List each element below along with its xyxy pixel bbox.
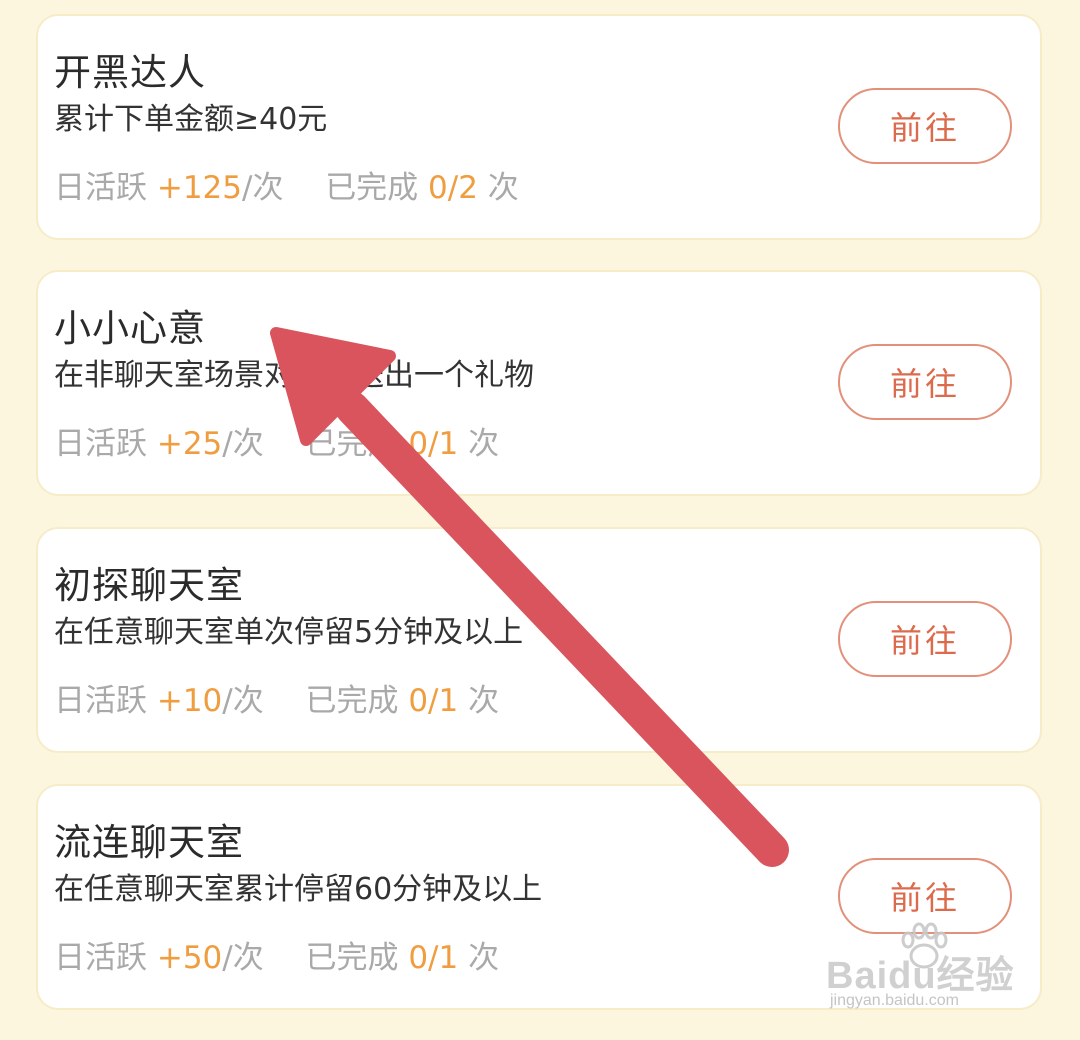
done-label: 已完成 <box>325 170 419 206</box>
activity-label: 日活跃 <box>54 426 147 462</box>
progress-count: 0/1 <box>408 940 459 976</box>
per-unit: /次 <box>222 426 264 462</box>
task-description: 在任意聊天室单次停留5分钟及以上 <box>54 615 524 650</box>
activity-label: 日活跃 <box>54 940 147 976</box>
times-unit: 次 <box>468 683 500 719</box>
progress-count: 0/1 <box>408 426 459 462</box>
task-meta: 日活跃 +25/次 已完成 0/1 次 <box>54 418 499 463</box>
task-description: 在任意聊天室累计停留60分钟及以上 <box>54 872 543 907</box>
per-unit: /次 <box>222 940 264 976</box>
watermark-logo: Baidu经验 <box>826 955 1015 997</box>
go-button[interactable]: 前往 <box>838 344 1012 420</box>
watermark-url: jingyan.baidu.com <box>830 992 959 1009</box>
times-unit: 次 <box>487 170 519 206</box>
task-title: 开黑达人 <box>54 51 206 94</box>
activity-reward: +50 <box>156 940 223 976</box>
task-meta: 日活跃 +50/次 已完成 0/1 次 <box>54 932 499 977</box>
watermark: Baidu经验 jingyan.baidu.com <box>826 922 1046 1022</box>
activity-reward: +25 <box>156 426 223 462</box>
task-card: 初探聊天室 在任意聊天室单次停留5分钟及以上 日活跃 +10/次 已完成 0/1… <box>36 527 1042 753</box>
go-button[interactable]: 前往 <box>838 601 1012 677</box>
progress-count: 0/2 <box>428 170 478 206</box>
task-description: 累计下单金额≥40元 <box>54 102 328 137</box>
task-meta: 日活跃 +10/次 已完成 0/1 次 <box>54 675 499 720</box>
task-title: 小小心意 <box>54 307 206 350</box>
task-title: 初探聊天室 <box>54 564 244 607</box>
activity-label: 日活跃 <box>54 170 147 206</box>
done-label: 已完成 <box>305 940 399 976</box>
activity-reward: +125 <box>156 170 243 206</box>
per-unit: /次 <box>222 683 264 719</box>
task-meta: 日活跃 +125/次 已完成 0/2 次 <box>54 162 519 207</box>
activity-label: 日活跃 <box>54 683 147 719</box>
done-label: 已完成 <box>305 683 399 719</box>
task-title: 流连聊天室 <box>54 821 244 864</box>
progress-count: 0/1 <box>408 683 459 719</box>
times-unit: 次 <box>468 940 500 976</box>
go-button[interactable]: 前往 <box>838 88 1012 164</box>
task-card: 小小心意 在非聊天室场景对他人送出一个礼物 日活跃 +25/次 已完成 0/1 … <box>36 270 1042 496</box>
task-description: 在非聊天室场景对他人送出一个礼物 <box>54 358 534 393</box>
times-unit: 次 <box>468 426 500 462</box>
per-unit: /次 <box>242 170 284 206</box>
activity-reward: +10 <box>156 683 223 719</box>
done-label: 已完成 <box>305 426 399 462</box>
task-card: 开黑达人 累计下单金额≥40元 日活跃 +125/次 已完成 0/2 次 前往 <box>36 14 1042 240</box>
